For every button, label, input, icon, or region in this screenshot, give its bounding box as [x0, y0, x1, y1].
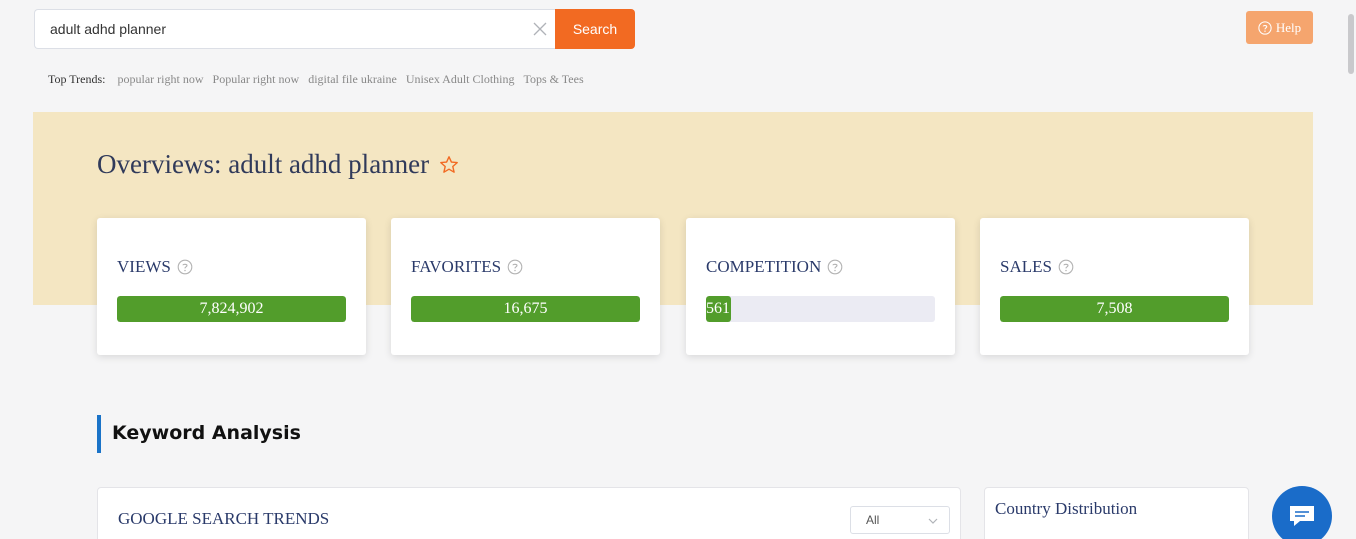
trend-link[interactable]: Tops & Tees	[524, 72, 584, 87]
favorites-card: FAVORITES 16,675	[391, 218, 660, 355]
card-label-text: VIEWS	[117, 257, 171, 276]
favorites-bar: 16,675	[411, 296, 640, 322]
sales-card: SALES 7,508	[980, 218, 1249, 355]
select-value: All	[866, 513, 880, 527]
trend-link[interactable]: Popular right now	[213, 72, 300, 87]
question-circle-icon	[1258, 20, 1272, 35]
favorites-label: FAVORITES	[411, 257, 523, 277]
section-marker	[97, 415, 101, 453]
question-circle-icon[interactable]	[827, 259, 843, 275]
sales-label: SALES	[1000, 257, 1074, 277]
search-box	[34, 9, 556, 49]
views-label: VIEWS	[117, 257, 193, 277]
star-outline-icon[interactable]	[439, 155, 459, 175]
views-value: 7,824,902	[199, 300, 264, 317]
competition-value: 561	[706, 300, 730, 317]
views-bar: 7,824,902	[117, 296, 346, 322]
chat-bubble-icon	[1290, 506, 1314, 526]
competition-bar: 561	[706, 296, 935, 322]
chat-button[interactable]	[1272, 486, 1332, 539]
question-circle-icon[interactable]	[507, 259, 523, 275]
sales-value: 7,508	[1096, 300, 1133, 317]
country-distribution-title: Country Distribution	[995, 499, 1138, 518]
keyword-analysis-title: Keyword Analysis	[112, 422, 301, 444]
sales-bar: 7,508	[1000, 296, 1229, 322]
trends-range-select[interactable]: All	[850, 506, 950, 534]
chevron-down-icon	[928, 518, 938, 524]
favorites-value: 16,675	[503, 300, 548, 317]
competition-card: COMPETITION 561	[686, 218, 955, 355]
google-search-trends-panel: GOOGLE SEARCH TRENDS All	[97, 487, 961, 539]
trend-link[interactable]: popular right now	[118, 72, 204, 87]
question-circle-icon[interactable]	[177, 259, 193, 275]
close-icon[interactable]	[532, 21, 548, 37]
card-label-text: SALES	[1000, 257, 1052, 276]
scrollbar-thumb[interactable]	[1348, 14, 1354, 74]
card-label-text: FAVORITES	[411, 257, 502, 276]
views-card: VIEWS 7,824,902	[97, 218, 366, 355]
trend-link[interactable]: digital file ukraine	[308, 72, 397, 87]
help-label: Help	[1275, 19, 1302, 35]
search-button[interactable]: Search	[555, 9, 635, 49]
competition-label: COMPETITION	[706, 257, 843, 277]
scrollbar-track[interactable]	[1345, 0, 1356, 539]
question-circle-icon[interactable]	[1058, 259, 1074, 275]
country-distribution-panel: Country Distribution	[984, 487, 1249, 539]
card-label-text: COMPETITION	[706, 257, 822, 276]
top-trends: Top Trends: popular right now Popular ri…	[48, 72, 584, 87]
help-button[interactable]: Help	[1246, 11, 1313, 44]
search-input[interactable]	[35, 10, 515, 48]
trend-link[interactable]: Unisex Adult Clothing	[406, 72, 515, 87]
google-search-trends-title: GOOGLE SEARCH TRENDS	[118, 509, 330, 528]
overview-title-text: Overviews: adult adhd planner	[97, 149, 430, 179]
overview-title: Overviews: adult adhd planner	[97, 149, 459, 180]
top-trends-label: Top Trends:	[48, 72, 106, 86]
